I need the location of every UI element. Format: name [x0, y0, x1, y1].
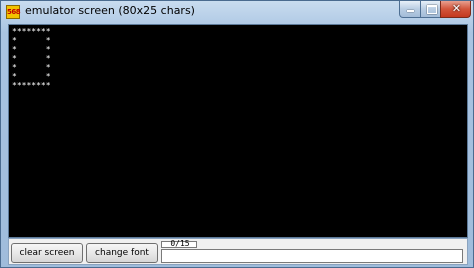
char-counter-text: 0/15 — [170, 239, 190, 248]
app-window: 568 emulator screen (80x25 chars) ✕ ****… — [0, 0, 474, 268]
app-icon: 568 — [6, 5, 21, 19]
screen-line: * * — [12, 36, 51, 45]
close-icon: ✕ — [451, 2, 462, 15]
minimize-button[interactable] — [399, 1, 421, 18]
maximize-icon — [427, 5, 437, 14]
minimize-icon — [407, 10, 414, 12]
clear-screen-button[interactable]: clear screen — [11, 243, 83, 263]
screen-line: * * — [12, 63, 51, 72]
screen-line: ******** — [12, 81, 51, 90]
screen-text: ******** * * * * * * * * * * ******** — [12, 27, 51, 90]
close-button[interactable]: ✕ — [440, 1, 471, 18]
screen-line: * * — [12, 54, 51, 63]
window-title: emulator screen (80x25 chars) — [25, 4, 195, 17]
screen-line: * * — [12, 45, 51, 54]
input-field[interactable] — [161, 249, 463, 263]
title-bar[interactable]: 568 emulator screen (80x25 chars) ✕ — [1, 1, 474, 23]
control-bar: clear screen change font 0/15 — [8, 238, 468, 265]
char-counter: 0/15 — [161, 239, 197, 248]
screen-line: * * — [12, 72, 51, 81]
emulator-screen[interactable]: ******** * * * * * * * * * * ******** — [8, 24, 468, 238]
screen-line: ******** — [12, 27, 51, 36]
maximize-button[interactable] — [420, 1, 441, 18]
change-font-button[interactable]: change font — [86, 243, 158, 263]
